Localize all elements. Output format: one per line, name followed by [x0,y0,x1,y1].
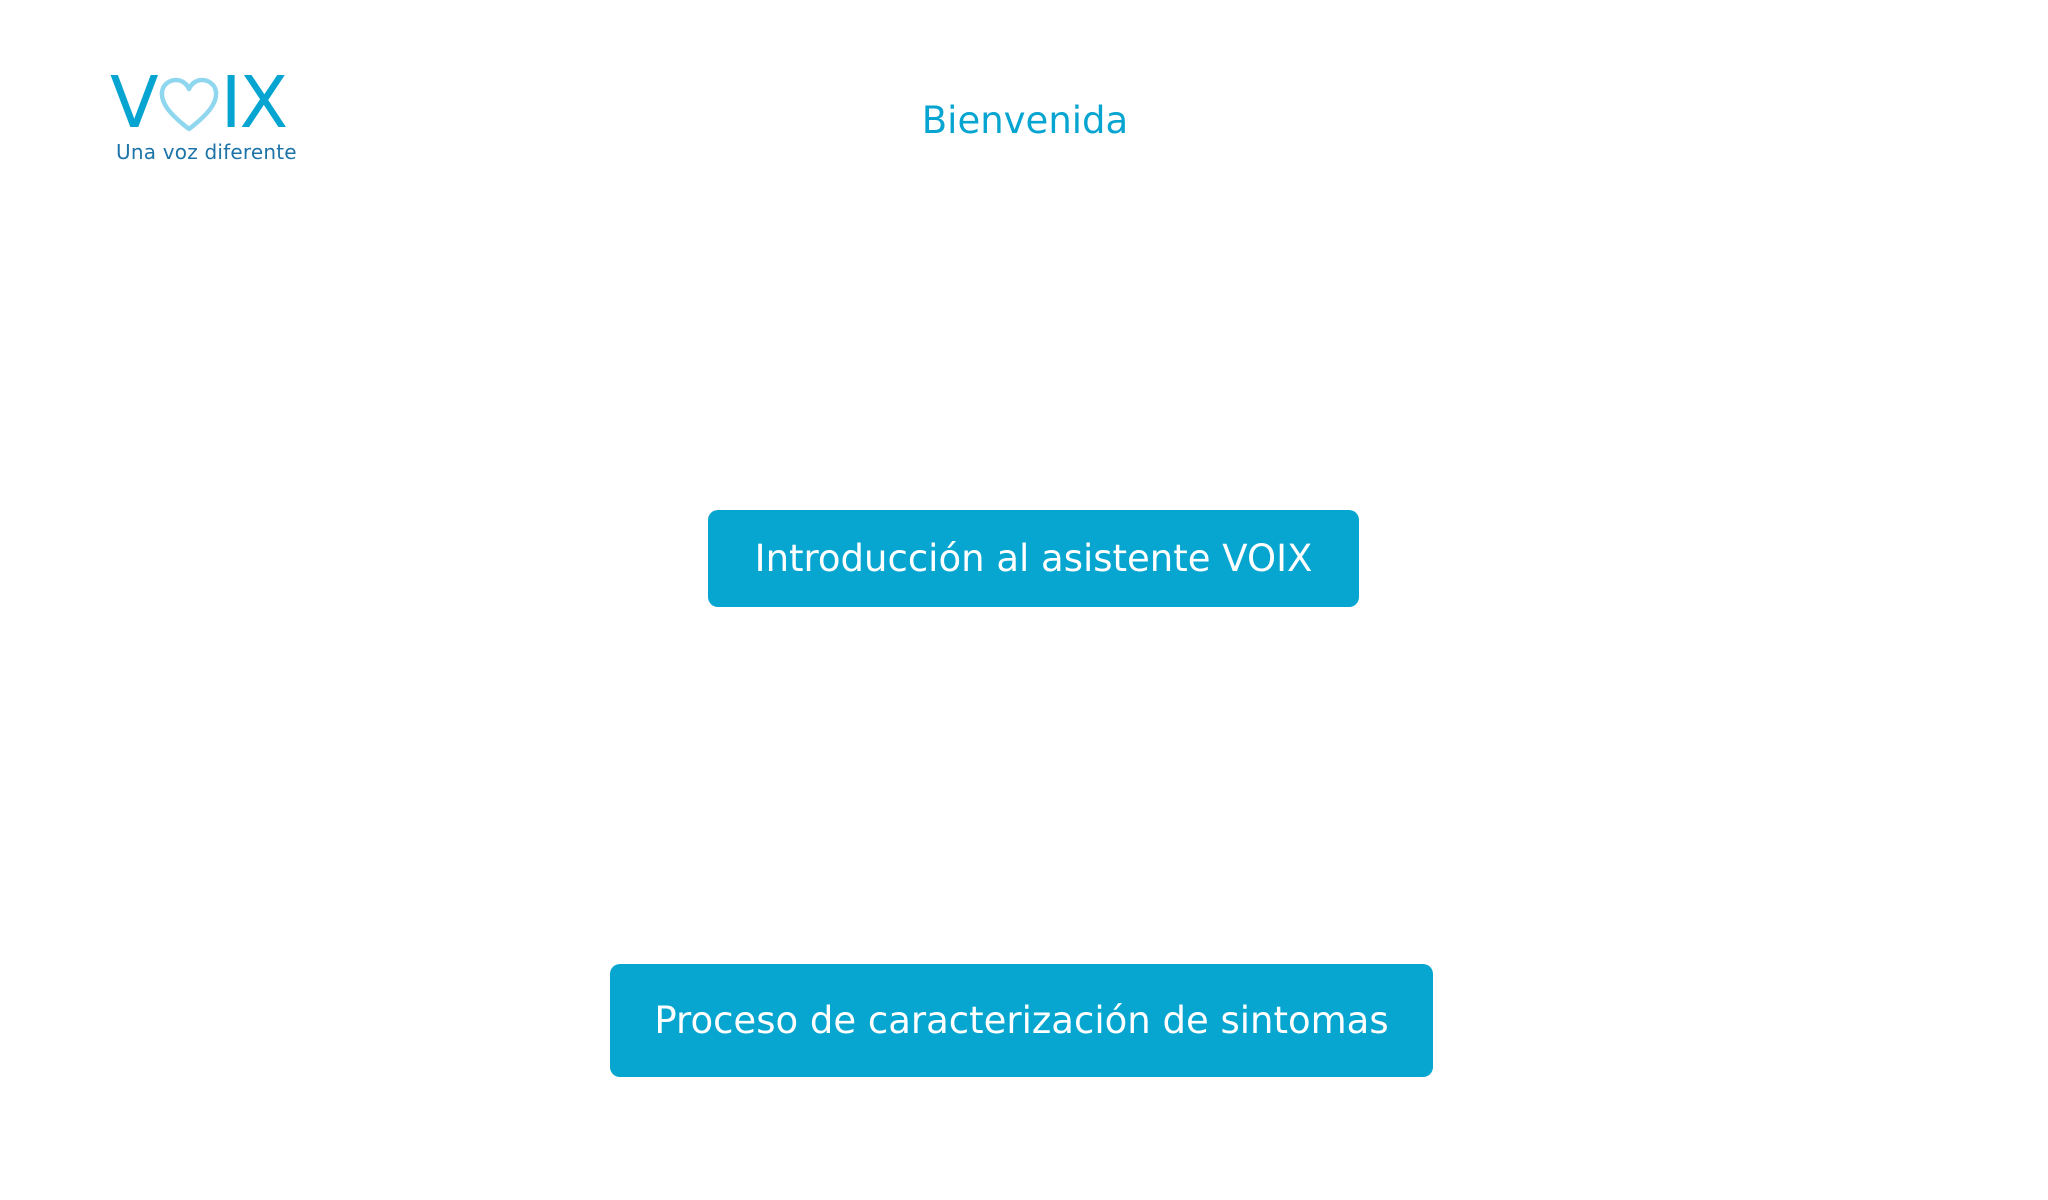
page-title: Bienvenida [921,99,1129,142]
logo-letters-ix: IX [220,61,289,144]
heart-icon [159,77,218,132]
symptom-characterization-button[interactable]: Proceso de caracterización de sintomas [610,964,1433,1077]
logo-mark: V IX [110,61,290,144]
logo-letter-v: V [110,61,159,144]
welcome-screen: V IX Una voz diferente Bienvenida Introd… [0,0,2048,1200]
logo-tagline: Una voz diferente [116,140,297,164]
intro-assistant-button[interactable]: Introducción al asistente VOIX [708,510,1359,607]
voix-logo: V IX Una voz diferente [110,61,297,170]
